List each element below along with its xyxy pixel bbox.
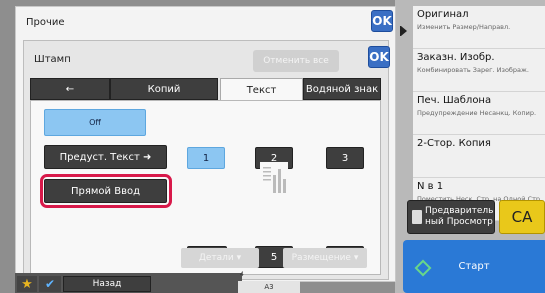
item-title: Заказн. Изобр. bbox=[417, 52, 495, 63]
item-subtitle: Комбинировать Зарег. Изображ. bbox=[417, 66, 529, 74]
item-subtitle: Предупреждение Несанкц. Копир. bbox=[417, 109, 537, 117]
preset-text-button[interactable]: Предуст. Текст ➜ bbox=[44, 145, 167, 169]
diamond-start-icon bbox=[414, 259, 432, 277]
placement-label: Размещение bbox=[291, 253, 351, 263]
reset-all-button: Отменить все bbox=[253, 50, 339, 72]
position-1-button[interactable]: 1 bbox=[187, 147, 225, 169]
ok-button[interactable]: OK bbox=[371, 10, 393, 32]
tab-bar: ← Копий Текст Водяной знак bbox=[30, 78, 381, 102]
star-icon[interactable]: ★ bbox=[17, 276, 37, 292]
document-preview-icon bbox=[260, 162, 288, 200]
details-label: Детали bbox=[198, 253, 234, 263]
check-icon[interactable]: ✔ bbox=[39, 276, 61, 292]
preview-button[interactable]: Предваритель ный Просмотр bbox=[407, 200, 495, 234]
stamp-title: Штамп bbox=[34, 54, 71, 65]
item-title: Печ. Шаблона bbox=[417, 95, 492, 106]
list-item-original[interactable]: Оригинал Изменить Размер/Направл. bbox=[413, 6, 545, 49]
clear-all-button[interactable]: CA bbox=[499, 200, 545, 234]
tray-number: 4 bbox=[240, 271, 244, 278]
arrow-left-icon: ← bbox=[65, 83, 75, 95]
item-subtitle: Изменить Размер/Направл. bbox=[417, 23, 511, 31]
item-title: N в 1 bbox=[417, 181, 444, 192]
placement-button: Размещение ▾ bbox=[283, 248, 367, 268]
list-item-pattern-print[interactable]: Печ. Шаблона Предупреждение Несанкц. Коп… bbox=[413, 92, 545, 135]
list-item-custom-image[interactable]: Заказн. Изобр. Комбинировать Зарег. Изоб… bbox=[413, 49, 545, 92]
position-3-button[interactable]: 3 bbox=[326, 147, 364, 169]
tab-text[interactable]: Текст bbox=[220, 78, 303, 102]
off-button[interactable]: Off bbox=[44, 109, 146, 136]
stamp-panel: Штамп Отменить все OK ← Копий Текст Водя… bbox=[23, 40, 390, 280]
preview-label: Предваритель ный Просмотр bbox=[425, 206, 494, 227]
start-label: Старт bbox=[458, 261, 490, 272]
list-item-duplex[interactable]: 2-Стор. Копия bbox=[413, 135, 545, 178]
paper-tray-indicator: A3 bbox=[238, 281, 300, 293]
back-button[interactable]: Назад bbox=[63, 276, 151, 292]
tab-back[interactable]: ← bbox=[30, 78, 110, 100]
preview-icon bbox=[412, 210, 422, 224]
details-button: Детали ▾ bbox=[181, 248, 259, 268]
tab-watermark[interactable]: Водяной знак bbox=[303, 78, 381, 100]
stamp-ok-button[interactable]: OK bbox=[368, 46, 390, 68]
item-title: Оригинал bbox=[417, 9, 469, 20]
start-button[interactable]: Старт bbox=[403, 240, 545, 293]
panel-title: Прочие bbox=[26, 17, 65, 28]
right-function-list: Оригинал Изменить Размер/Направл. Заказн… bbox=[413, 6, 545, 221]
direct-entry-button[interactable]: Прямой Ввод bbox=[44, 179, 167, 203]
expand-arrow-icon[interactable] bbox=[401, 26, 407, 36]
tab-copies[interactable]: Копий bbox=[110, 78, 218, 100]
item-title: 2-Стор. Копия bbox=[417, 138, 491, 149]
